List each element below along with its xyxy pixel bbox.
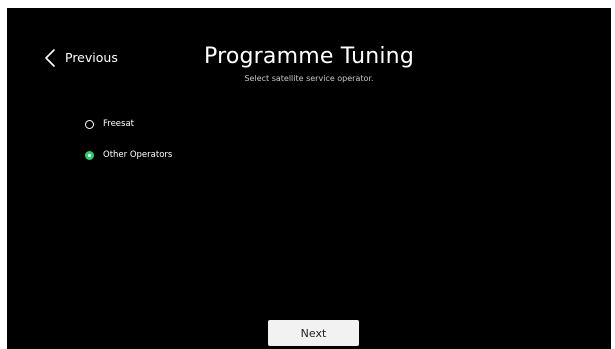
tv-screen: Previous Programme Tuning Select satelli… [7, 8, 611, 349]
next-button[interactable]: Next [268, 320, 359, 346]
option-label: Other Operators [103, 150, 173, 160]
option-label: Freesat [103, 119, 135, 129]
radio-checked-icon [85, 150, 94, 160]
page-subtitle: Select satellite service operator. [244, 74, 374, 83]
radio-unchecked-icon [85, 119, 94, 129]
operator-options: Freesat Other Operators [85, 116, 172, 178]
option-other-operators[interactable]: Other Operators [85, 147, 172, 163]
option-freesat[interactable]: Freesat [85, 116, 172, 132]
page-title: Programme Tuning [204, 44, 414, 69]
